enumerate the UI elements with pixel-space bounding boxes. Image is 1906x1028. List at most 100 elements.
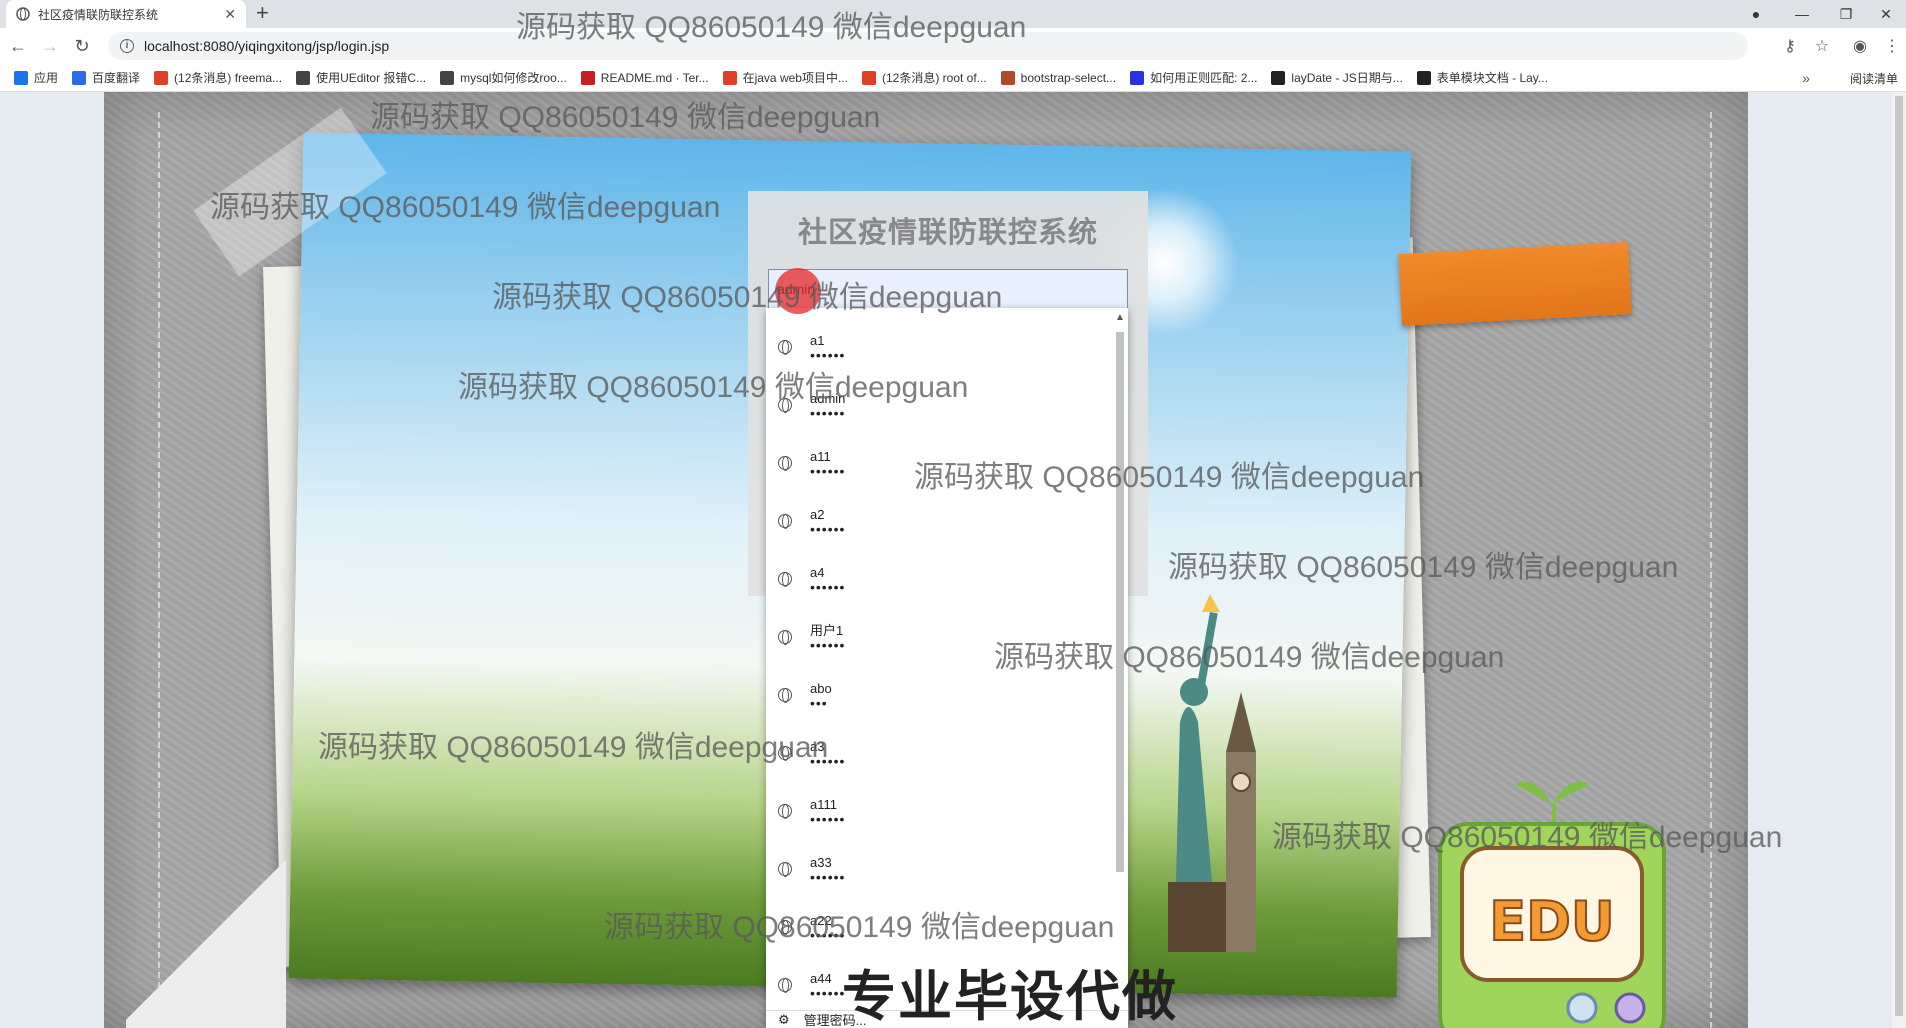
autofill-item[interactable]: a11 •••••• xyxy=(766,434,1112,492)
tab-title: 社区疫情联防联控系统 xyxy=(38,7,159,22)
browser-toolbar: ← → ↻ i localhost:8080/yiqingxitong/jsp/… xyxy=(0,28,1906,64)
gitee-icon xyxy=(580,70,595,85)
globe-icon xyxy=(778,978,792,993)
globe-icon xyxy=(778,920,792,935)
autofill-item[interactable]: a111 •••••• xyxy=(766,782,1112,840)
bookmark-item[interactable]: bootstrap-select... xyxy=(1000,70,1117,85)
url-text: localhost:8080/yiqingxitong/jsp/login.js… xyxy=(144,38,390,54)
login-title: 社区疫情联防联控系统 xyxy=(797,217,1098,249)
star-icon[interactable]: ☆ xyxy=(1808,32,1836,60)
bookmark-label: README.md · Ter... xyxy=(600,70,709,85)
autofill-item[interactable]: admin •••••• xyxy=(766,376,1112,434)
bookmark-item[interactable]: layDate - JS日期与... xyxy=(1271,69,1403,86)
bookmark-item[interactable]: 在java web项目中... xyxy=(722,69,848,86)
autofill-list: a1 •••••• admin •••••• a11 •••••• a2 •••••• a4 ••… xyxy=(766,318,1112,1014)
autofill-password-mask: •••••• xyxy=(810,347,846,363)
close-window-icon[interactable]: ✕ xyxy=(1866,0,1906,28)
bookmark-item[interactable]: README.md · Ter... xyxy=(580,70,709,85)
autofill-password-mask: •••••• xyxy=(810,985,846,1001)
autofill-password-mask: •••••• xyxy=(810,927,846,943)
page-scrollbar-thumb[interactable] xyxy=(1895,96,1903,1016)
globe-icon xyxy=(778,572,792,587)
globe-icon xyxy=(778,630,792,645)
key-icon[interactable]: ⚷ xyxy=(1776,32,1804,60)
address-bar[interactable]: i localhost:8080/yiqingxitong/jsp/login.… xyxy=(108,32,1748,60)
doc-icon xyxy=(1000,70,1015,85)
globe-icon xyxy=(778,398,792,413)
autofill-password-mask: •••••• xyxy=(810,637,846,653)
bookmark-label: 应用 xyxy=(34,71,59,85)
link-icon xyxy=(296,70,311,85)
bookmark-label: 百度翻译 xyxy=(92,71,141,85)
autofill-item[interactable]: a4 •••••• xyxy=(766,550,1112,608)
page-scrollbar[interactable] xyxy=(1892,92,1906,1028)
autofill-password-mask: •••••• xyxy=(810,869,846,885)
bookmark-item[interactable]: (12条消息) root of... xyxy=(861,69,987,86)
stitch-line xyxy=(1710,112,1712,1028)
profile-menu-icon[interactable]: ● xyxy=(1736,0,1776,28)
username-input[interactable] xyxy=(768,269,1128,309)
autofill-item[interactable]: a2 •••••• xyxy=(766,492,1112,550)
bookmark-label: (12条消息) freema... xyxy=(174,71,283,85)
new-tab-icon[interactable]: + xyxy=(256,2,269,24)
menu-icon[interactable]: ⋮ xyxy=(1878,32,1906,60)
bookmark-label: 表单模块文档 - Lay... xyxy=(1436,71,1548,85)
forward-icon[interactable]: → xyxy=(36,32,64,60)
autofill-item[interactable]: a33 •••••• xyxy=(766,840,1112,898)
layui-icon xyxy=(1271,70,1286,85)
globe-icon xyxy=(778,688,792,703)
csdn-icon xyxy=(861,70,876,85)
account-icon[interactable]: ◉ xyxy=(1846,32,1874,60)
edu-logo-text: EDU xyxy=(1489,890,1615,953)
bookmark-label: layDate - JS日期与... xyxy=(1291,71,1403,85)
tab-close-icon[interactable]: ✕ xyxy=(224,6,236,23)
orange-tape xyxy=(1398,242,1632,326)
dropdown-scrollbar[interactable]: ▲ xyxy=(1114,312,1126,1024)
bookmark-item[interactable]: 使用UEditor 报错C... xyxy=(296,69,426,86)
autofill-password-mask: ••• xyxy=(810,695,828,711)
baidu-paw-icon xyxy=(1130,70,1145,85)
autofill-item[interactable]: a22 •••••• xyxy=(766,898,1112,956)
info-icon[interactable]: i xyxy=(120,39,134,53)
autofill-dropdown: a1 •••••• admin •••••• a11 •••••• a2 •••••• a4 ••… xyxy=(766,308,1128,1028)
globe-icon xyxy=(778,514,792,529)
autofill-item[interactable]: 用户1 •••••• xyxy=(766,608,1112,666)
bookmark-item[interactable]: 百度翻译 xyxy=(72,69,140,86)
bookmark-label: 在java web项目中... xyxy=(742,71,848,85)
baidu-translate-icon xyxy=(72,70,87,85)
scroll-up-icon[interactable]: ▲ xyxy=(1115,312,1125,323)
bookmark-label: bootstrap-select... xyxy=(1020,70,1117,85)
reading-list-button[interactable]: 阅读清单 xyxy=(1850,70,1898,87)
gear-icon: ⚙ xyxy=(778,1011,790,1027)
edu-logo: EDU xyxy=(1438,781,1666,1028)
more-bookmarks-icon[interactable]: » xyxy=(1802,70,1810,86)
clock-tower-illustration xyxy=(1226,692,1256,952)
bookmark-item[interactable]: mysql如何修改roo... xyxy=(440,69,567,86)
autofill-password-mask: •••••• xyxy=(810,521,846,537)
bookmark-item[interactable]: 应用 xyxy=(14,69,58,86)
bookmark-label: 如何用正则匹配: 2... xyxy=(1150,71,1258,85)
autofill-item[interactable]: abo ••• xyxy=(766,666,1112,724)
minimize-icon[interactable]: — xyxy=(1782,0,1822,28)
bookmark-label: mysql如何修改roo... xyxy=(460,71,567,85)
autofill-item[interactable]: a1 •••••• xyxy=(766,318,1112,376)
globe-icon xyxy=(778,456,792,471)
csdn-icon xyxy=(154,70,169,85)
csdn-icon xyxy=(722,70,737,85)
autofill-item[interactable]: a3 •••••• xyxy=(766,724,1112,782)
bookmark-item[interactable]: (12条消息) freema... xyxy=(154,69,282,86)
apps-grid-icon xyxy=(14,70,28,85)
browser-titlebar: 社区疫情联防联控系统 ✕ + ● — ❐ ✕ xyxy=(0,0,1906,28)
autofill-password-mask: •••••• xyxy=(810,463,846,479)
back-icon[interactable]: ← xyxy=(4,32,32,60)
restore-icon[interactable]: ❐ xyxy=(1826,0,1866,28)
bookmark-item[interactable]: 表单模块文档 - Lay... xyxy=(1416,69,1548,86)
scrollbar-thumb[interactable] xyxy=(1116,332,1124,872)
bookmark-label: (12条消息) root of... xyxy=(881,71,987,85)
browser-tab[interactable]: 社区疫情联防联控系统 ✕ xyxy=(6,0,246,28)
autofill-password-mask: •••••• xyxy=(810,405,846,421)
bookmark-item[interactable]: 如何用正则匹配: 2... xyxy=(1130,69,1257,86)
autofill-password-mask: •••••• xyxy=(810,579,846,595)
globe-icon xyxy=(16,7,30,21)
reload-icon[interactable]: ↻ xyxy=(68,32,96,60)
